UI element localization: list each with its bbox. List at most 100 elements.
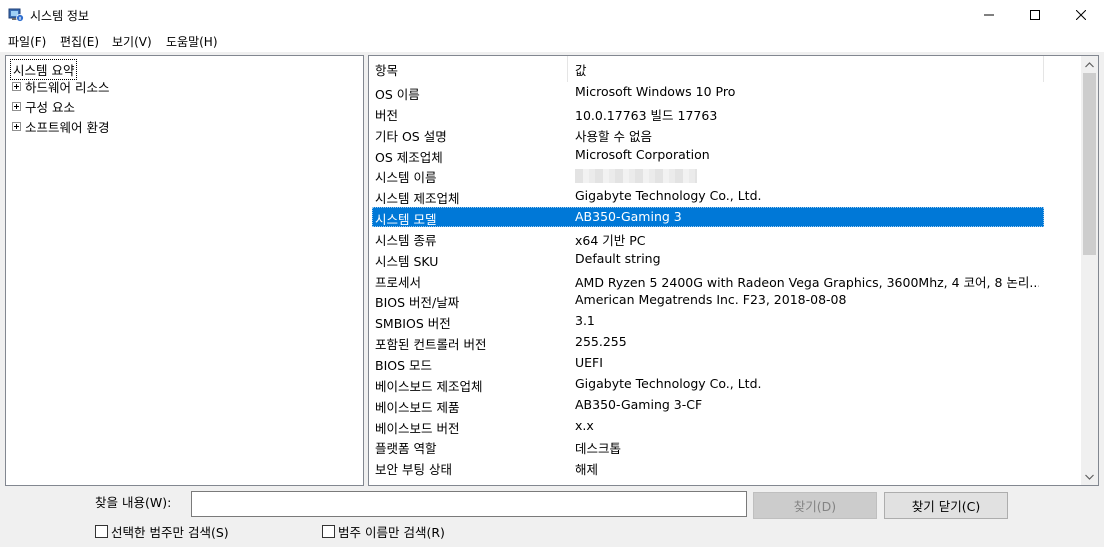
maximize-icon <box>1030 10 1040 20</box>
redacted-value <box>575 169 697 184</box>
row-value-cell: AB350-Gaming 3 <box>575 209 682 225</box>
row-value-cell: 255.255 <box>575 334 627 350</box>
row-item-cell: 시스템 종류 <box>375 232 437 248</box>
row-item-cell: 플랫폼 역할 <box>375 441 437 457</box>
table-row[interactable]: OS 제조업체 Microsoft Corporation <box>369 145 1082 166</box>
table-row[interactable]: 프로세서 AMD Ryzen 5 2400G with Radeon Vega G… <box>369 270 1082 291</box>
row-value-cell: American Megatrends Inc. F23, 2018-08-08 <box>575 292 847 308</box>
system-info-icon <box>8 7 24 23</box>
table-row[interactable]: 시스템 종류 x64 기반 PC <box>369 228 1082 249</box>
table-row[interactable]: 버전 10.0.17763 빌드 17763 <box>369 103 1082 124</box>
table-row[interactable]: 시스템 SKU Default string <box>369 249 1082 270</box>
maximize-button[interactable] <box>1012 0 1058 30</box>
table-row[interactable]: 시스템 이름 <box>369 165 1082 186</box>
row-item-cell: 시스템 SKU <box>375 253 439 269</box>
title-bar: 시스템 정보 <box>0 0 1104 30</box>
scroll-up-arrow[interactable] <box>1081 56 1098 73</box>
table-row[interactable]: 플랫폼 역할 데스크톱 <box>369 436 1082 457</box>
expand-icon[interactable] <box>12 121 21 131</box>
tree-item-label: 소프트웨어 환경 <box>25 119 110 135</box>
column-header-item[interactable]: 항목 <box>369 56 568 82</box>
table-row[interactable]: 시스템 제조업체 Gigabyte Technology Co., Ltd. <box>369 186 1082 207</box>
row-item-cell: 기타 OS 설명 <box>375 128 447 144</box>
find-button[interactable]: 찾기(D) <box>753 492 877 519</box>
scroll-down-arrow[interactable] <box>1081 468 1098 485</box>
menu-edit[interactable]: 편집(E) <box>60 33 99 50</box>
list-header: 항목 값 <box>369 56 1082 82</box>
category-tree[interactable]: 시스템 요약 하드웨어 리소스 구성 요소 소프트웨어 환경 <box>5 55 364 486</box>
row-value-cell: 데스크톱 <box>575 441 622 457</box>
table-row[interactable]: BIOS 버전/날짜 American Megatrends Inc. F23, … <box>369 290 1082 311</box>
row-value-cell <box>575 167 1039 186</box>
row-item-cell: 보안 부팅 상태 <box>375 462 452 478</box>
row-value-cell: x.x <box>575 417 594 433</box>
window-title: 시스템 정보 <box>30 9 90 23</box>
column-header-value[interactable]: 값 <box>569 56 1044 82</box>
row-value-cell: 해제 <box>575 462 599 478</box>
checkbox-label: 범주 이름만 검색(R) <box>338 524 445 540</box>
row-item-cell: 베이스보드 제품 <box>375 399 460 415</box>
minimize-icon <box>984 14 994 16</box>
menu-view[interactable]: 보기(V) <box>112 33 152 50</box>
row-value-cell: 10.0.17763 빌드 17763 <box>575 107 718 123</box>
tree-item-label: 하드웨어 리소스 <box>25 79 110 95</box>
search-selected-category-option[interactable]: 선택한 범주만 검색(S) <box>95 522 229 540</box>
row-value-cell: x64 기반 PC <box>575 232 646 248</box>
table-row[interactable]: 포함된 컨트롤러 버전 255.255 <box>369 332 1082 353</box>
row-value-cell: 사용할 수 없음 <box>575 128 652 144</box>
row-item-cell: 베이스보드 버전 <box>375 420 460 436</box>
table-row[interactable]: OS 이름 Microsoft Windows 10 Pro <box>369 82 1082 103</box>
row-value-cell: Default string <box>575 250 661 266</box>
details-list[interactable]: 항목 값 OS 이름 Microsoft Windows 10 Pro 버전 10.0… <box>368 55 1099 486</box>
tree-item-label: 구성 요소 <box>25 99 75 115</box>
row-value-cell: AB350-Gaming 3-CF <box>575 396 703 412</box>
chevron-down-icon <box>1085 474 1094 480</box>
row-item-cell: BIOS 모드 <box>375 357 433 373</box>
find-input[interactable] <box>191 491 747 517</box>
table-row[interactable]: 베이스보드 제조업체 Gigabyte Technology Co., Ltd. <box>369 374 1082 395</box>
minimize-button[interactable] <box>966 0 1012 30</box>
table-row[interactable]: BIOS 모드 UEFI <box>369 353 1082 374</box>
row-value-cell: Gigabyte Technology Co., Ltd. <box>575 188 762 204</box>
row-item-cell: 시스템 이름 <box>375 170 437 186</box>
table-row[interactable]: 베이스보드 버전 x.x <box>369 416 1082 437</box>
row-item-cell: 프로세서 <box>375 274 422 290</box>
row-item-cell: 베이스보드 제조업체 <box>375 378 483 394</box>
chevron-up-icon <box>1085 61 1094 67</box>
table-row[interactable]: 기타 OS 설명 사용할 수 없음 <box>369 124 1082 145</box>
table-row[interactable]: 베이스보드 제품 AB350-Gaming 3-CF <box>369 395 1082 416</box>
search-selected-category-checkbox[interactable] <box>95 524 108 538</box>
scroll-thumb[interactable] <box>1083 73 1096 255</box>
find-label: 찾을 내용(W): <box>95 495 172 510</box>
menu-file[interactable]: 파일(F) <box>8 33 46 50</box>
expand-icon[interactable] <box>12 101 21 111</box>
row-value-cell: UEFI <box>575 354 603 370</box>
row-value-cell: Gigabyte Technology Co., Ltd. <box>575 375 762 391</box>
close-button[interactable] <box>1058 0 1104 30</box>
row-item-cell: OS 이름 <box>375 87 420 102</box>
vertical-scrollbar[interactable] <box>1081 56 1098 485</box>
close-find-button[interactable]: 찾기 닫기(C) <box>884 492 1008 519</box>
row-item-cell: 시스템 모델 <box>375 212 437 228</box>
menu-help[interactable]: 도움말(H) <box>166 33 218 50</box>
row-value-cell: AMD Ryzen 5 2400G with Radeon Vega Graph… <box>575 274 1039 290</box>
row-item-cell: OS 제조업체 <box>375 149 443 165</box>
search-category-names-checkbox[interactable] <box>322 524 335 538</box>
expand-icon[interactable] <box>12 81 21 91</box>
row-item-cell: SMBIOS 버전 <box>375 316 451 332</box>
tree-item-components[interactable]: 구성 요소 <box>12 97 75 115</box>
tree-item-hardware-resources[interactable]: 하드웨어 리소스 <box>12 77 109 95</box>
row-value-cell: Microsoft Windows 10 Pro <box>575 84 736 99</box>
table-row[interactable]: 시스템 모델 AB350-Gaming 3 <box>369 207 1082 228</box>
row-item-cell: 시스템 제조업체 <box>375 191 460 207</box>
tree-item-software-environment[interactable]: 소프트웨어 환경 <box>12 117 109 135</box>
table-row[interactable]: 보안 부팅 상태 해제 <box>369 457 1082 478</box>
row-item-cell: 버전 <box>375 107 399 123</box>
table-row[interactable]: SMBIOS 버전 3.1 <box>369 311 1082 332</box>
close-icon <box>1076 10 1086 20</box>
menu-bar: 파일(F) 편집(E) 보기(V) 도움말(H) <box>0 30 1104 52</box>
checkbox-label: 선택한 범주만 검색(S) <box>111 524 229 540</box>
search-category-names-option[interactable]: 범주 이름만 검색(R) <box>322 522 445 540</box>
row-item-cell: BIOS 버전/날짜 <box>375 295 460 311</box>
list-rows: OS 이름 Microsoft Windows 10 Pro 버전 10.0.1776… <box>369 82 1082 478</box>
